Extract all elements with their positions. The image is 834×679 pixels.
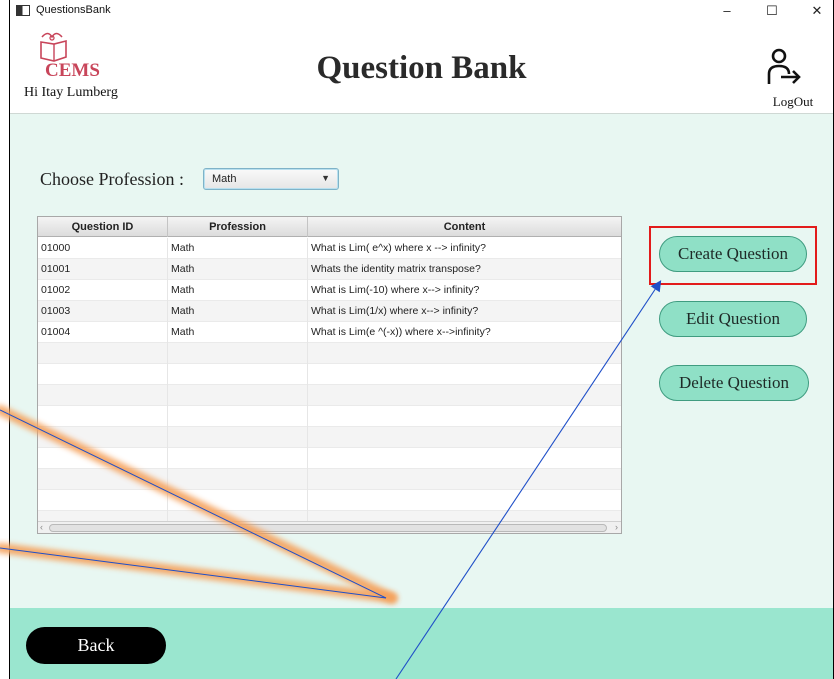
edit-question-button[interactable]: Edit Question [659,301,807,337]
cell-question-id [38,469,168,490]
chevron-down-icon: ▼ [321,173,330,183]
footer: Back [10,608,833,679]
cell-profession: Math [168,259,308,280]
table-row[interactable]: 01001 Math Whats the identity matrix trans… [38,259,621,280]
cell-question-id: 01001 [38,259,168,280]
title-bar: QuestionsBank – ☐ ✕ [10,0,833,22]
table-row[interactable] [38,364,621,385]
cell-question-id [38,364,168,385]
scroll-left-icon[interactable]: ‹ [40,522,43,533]
logout-label: LogOut [772,94,814,109]
cell-profession [168,427,308,448]
profession-select-value: Math [212,173,237,185]
cell-content [308,343,621,364]
column-header-content[interactable]: Content [308,217,621,237]
cell-question-id [38,406,168,427]
back-button[interactable]: Back [26,627,166,664]
cell-profession: Math [168,280,308,301]
cell-question-id [38,490,168,511]
cell-question-id: 01004 [38,322,168,343]
cell-profession [168,385,308,406]
cell-question-id [38,385,168,406]
cell-content [308,364,621,385]
cell-question-id [38,343,168,364]
cell-profession [168,406,308,427]
app-window: QuestionsBank – ☐ ✕ CEMS Hi Itay Lumberg… [9,0,834,679]
cell-content: What is Lim(-10) where x--> infinity? [308,280,621,301]
cell-question-id: 01003 [38,301,168,322]
horizontal-scrollbar[interactable]: ‹ › [38,521,621,533]
cell-profession: Math [168,301,308,322]
cell-content: What is Lim(e ^(-x)) where x-->infinity? [308,322,621,343]
cell-profession [168,469,308,490]
cell-content [308,427,621,448]
delete-question-button[interactable]: Delete Question [659,365,809,401]
user-greeting: Hi Itay Lumberg [24,85,118,100]
column-header-profession[interactable]: Profession [168,217,308,237]
table-row[interactable] [38,406,621,427]
cell-profession [168,343,308,364]
table-row[interactable] [38,469,621,490]
profession-select[interactable]: Math ▼ [203,168,339,190]
table-row[interactable]: 01002 Math What is Lim(-10) where x--> inf… [38,280,621,301]
cell-content [308,385,621,406]
scroll-right-icon[interactable]: › [615,522,618,533]
cell-profession [168,448,308,469]
close-button[interactable]: ✕ [802,2,832,20]
cell-content: What is Lim(1/x) where x--> infinity? [308,301,621,322]
cell-content: What is Lim( e^x) where x --> infinity? [308,238,621,259]
header: CEMS Hi Itay Lumberg Question Bank LogOu… [10,22,833,114]
table-row[interactable]: 01000 Math What is Lim( e^x) where x --> i… [38,238,621,259]
profession-label: Choose Profession : [40,169,184,189]
table-header: Question ID Profession Content [38,217,621,237]
maximize-button[interactable]: ☐ [757,2,787,20]
content-area: Choose Profession : Math ▼ Question ID P… [10,114,833,608]
cell-profession: Math [168,322,308,343]
table-row[interactable]: 01003 Math What is Lim(1/x) where x--> inf… [38,301,621,322]
cell-question-id [38,427,168,448]
create-question-button[interactable]: Create Question [659,236,807,272]
table-row[interactable] [38,343,621,364]
cell-content [308,448,621,469]
cell-profession [168,364,308,385]
scrollbar-thumb[interactable] [49,524,607,532]
cell-content [308,406,621,427]
cell-question-id [38,448,168,469]
cell-question-id: 01000 [38,238,168,259]
cell-content [308,469,621,490]
cell-question-id: 01002 [38,280,168,301]
cell-profession: Math [168,238,308,259]
cell-content: Whats the identity matrix transpose? [308,259,621,280]
questions-table: Question ID Profession Content 01000 Math… [37,216,622,534]
table-row[interactable] [38,385,621,406]
cell-profession [168,490,308,511]
table-row[interactable] [38,427,621,448]
app-window-icon [16,5,30,16]
table-row[interactable] [38,490,621,511]
logout-button[interactable]: LogOut [753,46,833,110]
table-body: 01000 Math What is Lim( e^x) where x --> i… [38,238,621,532]
cell-content [308,490,621,511]
table-row[interactable]: 01004 Math What is Lim(e ^(-x)) where x-->… [38,322,621,343]
minimize-button[interactable]: – [712,2,742,20]
window-title: QuestionsBank [36,4,111,16]
column-header-question-id[interactable]: Question ID [38,217,168,237]
table-row[interactable] [38,448,621,469]
logout-icon [767,48,801,84]
page-title: Question Bank [316,50,527,86]
